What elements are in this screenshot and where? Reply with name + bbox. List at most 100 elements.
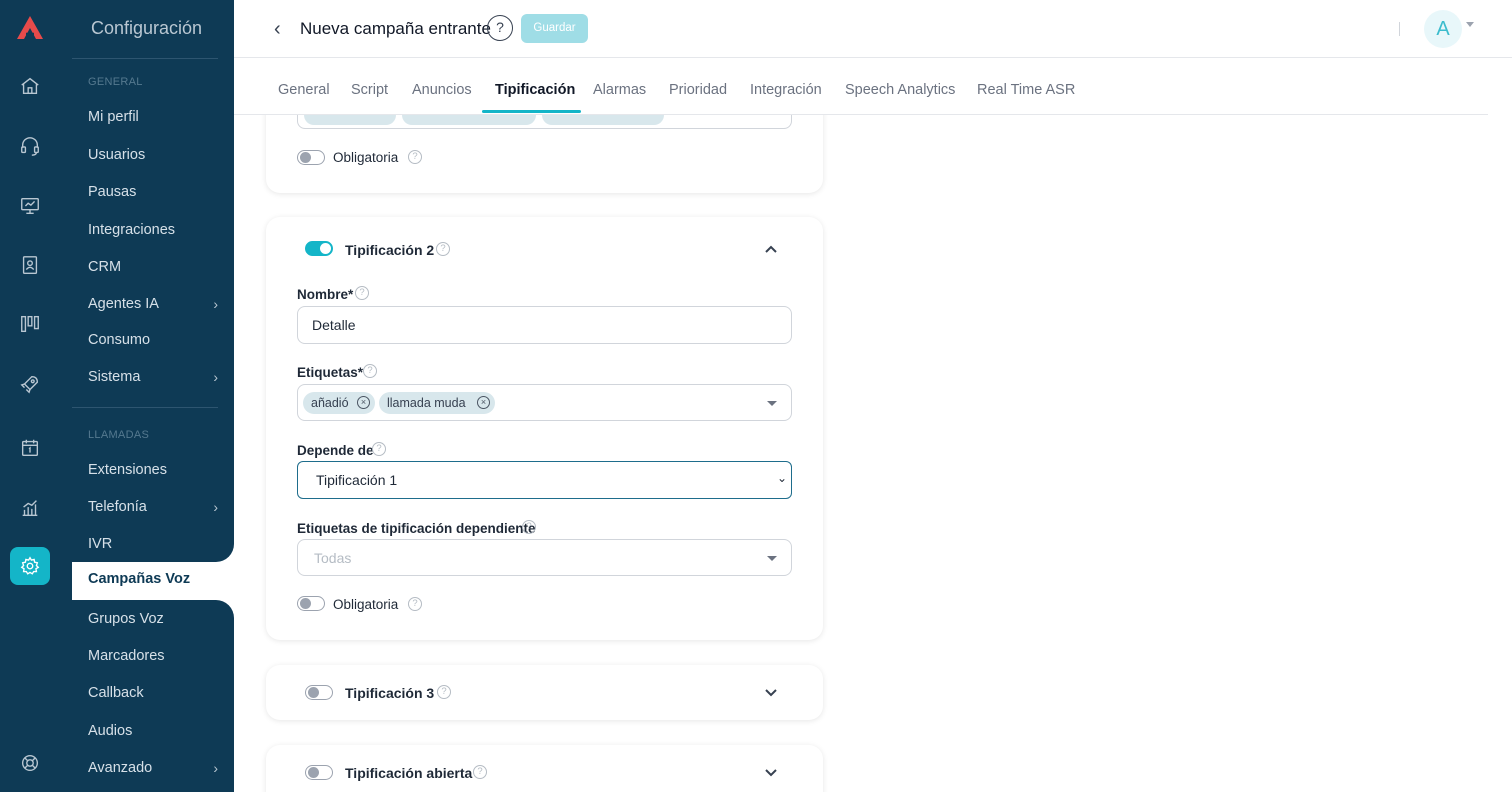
settings-icon[interactable] — [10, 547, 50, 585]
chevron-up-icon[interactable] — [764, 243, 778, 257]
remove-tag-icon[interactable]: × — [357, 396, 370, 409]
help-icon[interactable]: ? — [473, 765, 487, 779]
name-value: Detalle — [312, 317, 356, 333]
sidebar-item-telefonia[interactable]: Telefonía › — [88, 497, 218, 517]
help-icon[interactable]: ? — [408, 597, 422, 611]
avatar[interactable]: A — [1424, 10, 1462, 48]
sidebar-item-agentes-ia[interactable]: Agentes IA › — [88, 294, 218, 314]
monitor-icon[interactable] — [16, 192, 44, 220]
depends-value: Tipificación 1 — [316, 472, 398, 488]
chevron-down-icon[interactable] — [764, 765, 778, 779]
sidebar-item-consumo[interactable]: Consumo — [88, 330, 218, 350]
app-logo[interactable] — [14, 12, 46, 44]
back-arrow-icon[interactable]: ‹ — [274, 18, 281, 41]
sidebar-item-label: Integraciones — [88, 222, 176, 238]
mandatory-toggle[interactable] — [297, 596, 325, 611]
chevron-down-icon[interactable] — [1466, 22, 1474, 27]
sidebar-item-grupos-voz[interactable]: Grupos Voz — [88, 609, 218, 629]
tag-chip — [542, 115, 664, 125]
chevron-right-icon: › — [213, 760, 218, 776]
board-icon[interactable] — [16, 310, 44, 338]
name-label: Nombre* — [297, 287, 354, 302]
sidebar-item-label: Mi perfil — [88, 109, 139, 125]
save-button[interactable]: Guardar — [521, 14, 588, 43]
dropdown-caret-icon[interactable] — [767, 556, 777, 561]
help-icon[interactable]: ? — [522, 520, 536, 534]
headset-icon[interactable] — [16, 132, 44, 160]
help-icon[interactable]: ? — [408, 150, 422, 164]
sidebar-item-marcadores[interactable]: Marcadores — [88, 646, 218, 666]
sidebar-item-extensiones[interactable]: Extensiones — [88, 460, 218, 480]
help-icon[interactable]: ? — [363, 364, 377, 378]
sidebar-item-callback[interactable]: Callback — [88, 683, 218, 703]
name-field[interactable]: Detalle — [297, 306, 792, 344]
depends-select[interactable]: Tipificación 1 ⌄ — [297, 461, 792, 499]
tab-integracion[interactable]: Integración — [750, 82, 822, 98]
tags-field[interactable] — [297, 115, 792, 129]
sidebar-item-label: Usuarios — [88, 147, 146, 163]
card-title: Tipificación 2 — [345, 242, 435, 258]
content-area: Obligatoria ? Tipificación 2 ? Nombre* ?… — [234, 115, 1512, 792]
sidebar-item-label: Marcadores — [88, 648, 165, 664]
tab-alarmas[interactable]: Alarmas — [593, 82, 646, 98]
sidebar-item-crm[interactable]: CRM — [88, 257, 218, 277]
toggle-knob — [308, 687, 319, 698]
enable-toggle[interactable] — [305, 241, 333, 256]
sidebar-item-label: Agentes IA — [88, 296, 159, 312]
sidebar-item-integraciones[interactable]: Integraciones — [88, 220, 218, 240]
dependent-tags-field[interactable]: Todas — [297, 539, 792, 576]
sidebar-item-ivr[interactable]: IVR — [88, 534, 218, 554]
tag-label: añadió — [311, 396, 349, 410]
typification-card-3: Tipificación 3 ? — [266, 665, 823, 720]
help-icon[interactable]: ? — [355, 286, 369, 300]
tab-general[interactable]: General — [278, 82, 330, 98]
sidebar-item-usuarios[interactable]: Usuarios — [88, 145, 218, 165]
sidebar-item-avanzado[interactable]: Avanzado › — [88, 758, 218, 778]
dropdown-caret-icon[interactable] — [767, 401, 777, 406]
rocket-icon[interactable] — [16, 370, 44, 398]
enable-toggle[interactable] — [305, 765, 333, 780]
home-icon[interactable] — [16, 72, 44, 100]
tab-tipificacion[interactable]: Tipificación — [495, 82, 575, 98]
sidebar-item-mi-perfil[interactable]: Mi perfil — [88, 107, 218, 127]
help-icon[interactable]: ? — [487, 15, 513, 41]
tab-prioridad[interactable]: Prioridad — [669, 82, 727, 98]
card-title: Tipificación 3 — [345, 685, 435, 701]
help-icon[interactable]: ? — [372, 442, 386, 456]
contacts-icon[interactable] — [16, 251, 44, 279]
analytics-icon[interactable] — [16, 494, 44, 522]
tab-speech-analytics[interactable]: Speech Analytics — [845, 82, 955, 98]
settings-sidebar: Configuración GENERAL Mi perfil Usuarios… — [72, 0, 234, 792]
tab-script[interactable]: Script — [351, 82, 388, 98]
help-icon[interactable]: ? — [437, 685, 451, 699]
typification-card-1: Obligatoria ? — [266, 115, 823, 193]
enable-toggle[interactable] — [305, 685, 333, 700]
sidebar-item-pausas[interactable]: Pausas — [88, 182, 218, 202]
chevron-right-icon: › — [213, 499, 218, 515]
tab-real-time-asr[interactable]: Real Time ASR — [977, 82, 1075, 98]
chevron-down-icon[interactable] — [764, 685, 778, 699]
page-title: Nueva campaña entrante — [300, 19, 491, 38]
sidebar-item-campanas-voz[interactable]: Campañas Voz — [88, 571, 190, 587]
support-icon[interactable] — [16, 749, 44, 777]
calendar-icon[interactable] — [16, 434, 44, 462]
top-bar: ‹ Nueva campaña entrante ? Guardar A — [234, 0, 1512, 58]
tags-field[interactable]: añadió × llamada muda × — [297, 384, 792, 421]
sidebar-item-label: Callback — [88, 685, 144, 701]
toggle-knob — [300, 152, 311, 163]
sidebar-item-label: Extensiones — [88, 462, 167, 478]
dependent-tags-label: Etiquetas de tipificación dependiente — [297, 521, 536, 536]
sidebar-item-sistema[interactable]: Sistema › — [88, 367, 218, 387]
mandatory-toggle[interactable] — [297, 150, 325, 165]
sidebar-item-audios[interactable]: Audios — [88, 721, 218, 741]
active-tab-indicator — [482, 110, 581, 113]
tag-chip: añadió × — [303, 392, 375, 414]
tab-anuncios[interactable]: Anuncios — [412, 82, 472, 98]
remove-tag-icon[interactable]: × — [477, 396, 490, 409]
sidebar-item-label: Grupos Voz — [88, 611, 164, 627]
sidebar-title: Configuración — [91, 18, 203, 38]
tag-chip: llamada muda × — [379, 392, 495, 414]
tags-label: Etiquetas* — [297, 365, 364, 380]
help-icon[interactable]: ? — [436, 242, 450, 256]
mandatory-label: Obligatoria — [333, 150, 399, 165]
